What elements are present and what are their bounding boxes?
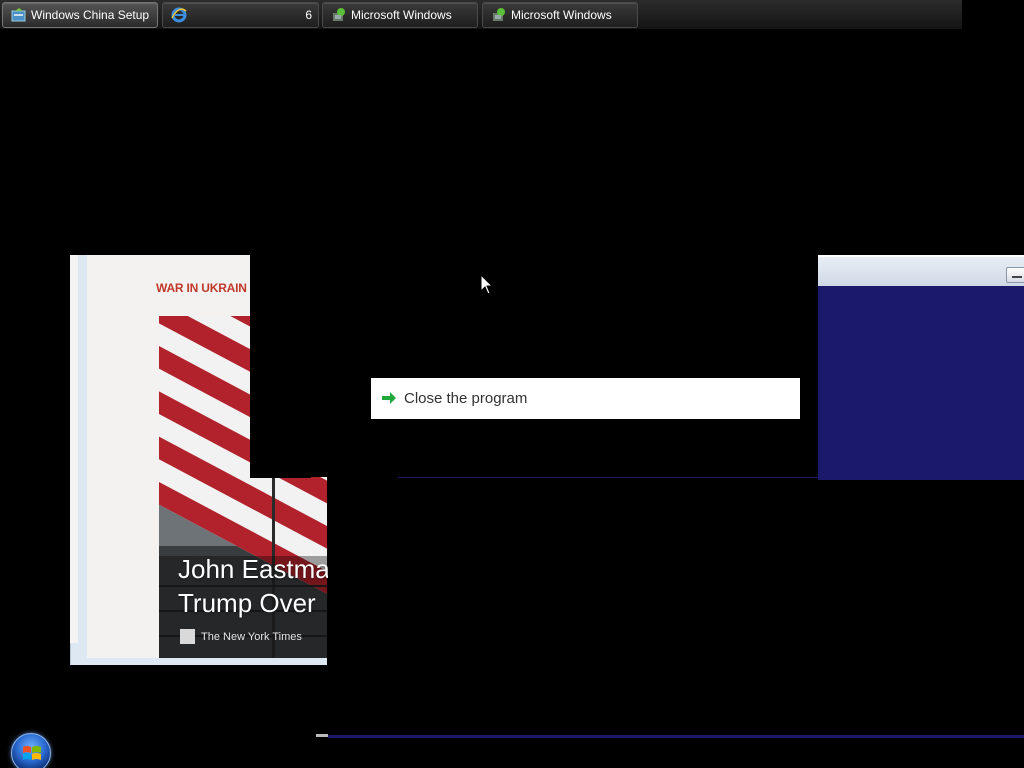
taskbar-item-label: Microsoft Windows xyxy=(351,8,452,22)
start-button[interactable] xyxy=(11,733,51,768)
taskbar: Windows China Setup 6 Microsoft Windows xyxy=(0,0,962,30)
news-source-label: The New York Times xyxy=(201,631,302,643)
close-program-label: Close the program xyxy=(404,390,528,407)
desktop: Windows China Setup 6 Microsoft Windows xyxy=(0,0,1024,768)
taskbar-item-microsoft-windows-1[interactable]: Microsoft Windows xyxy=(322,2,478,28)
blue-window-body xyxy=(818,255,1024,480)
close-program-option[interactable]: Close the program xyxy=(371,378,800,419)
news-headline-line-2: Trump Over xyxy=(178,588,316,618)
taskbar-item-windows-china-setup[interactable]: Windows China Setup xyxy=(2,2,158,28)
taskbar-group-count: 6 xyxy=(305,8,312,22)
green-arrow-icon xyxy=(382,392,396,404)
dialog-panel xyxy=(250,255,818,477)
bottom-window-edge xyxy=(328,735,1024,738)
news-headline-line-1: John Eastma xyxy=(178,554,328,584)
taskbar-item-label: Windows China Setup xyxy=(31,8,150,22)
news-source: The New York Times xyxy=(180,629,302,645)
windows-start-orb-icon xyxy=(23,746,41,760)
blue-window-titlebar[interactable] xyxy=(818,255,1024,286)
news-headline[interactable]: John Eastma Trump Over xyxy=(178,552,328,620)
source-logo-icon xyxy=(180,629,195,644)
internet-explorer-icon xyxy=(171,7,187,23)
news-category-label[interactable]: WAR IN UKRAIN xyxy=(156,281,247,295)
windows-installer-icon xyxy=(333,8,345,21)
taskbar-item-microsoft-windows-2[interactable]: Microsoft Windows xyxy=(482,2,638,28)
minimize-button[interactable] xyxy=(1006,267,1024,283)
setup-icon xyxy=(11,8,26,22)
taskbar-item-internet-explorer[interactable]: 6 xyxy=(162,2,319,28)
dialog-panel-shadow xyxy=(250,462,311,478)
windows-installer-icon xyxy=(493,8,505,21)
taskbar-fragment xyxy=(316,734,328,737)
mouse-cursor-icon xyxy=(480,274,494,295)
taskbar-item-label: Microsoft Windows xyxy=(511,8,612,22)
news-window-edge xyxy=(70,255,78,643)
